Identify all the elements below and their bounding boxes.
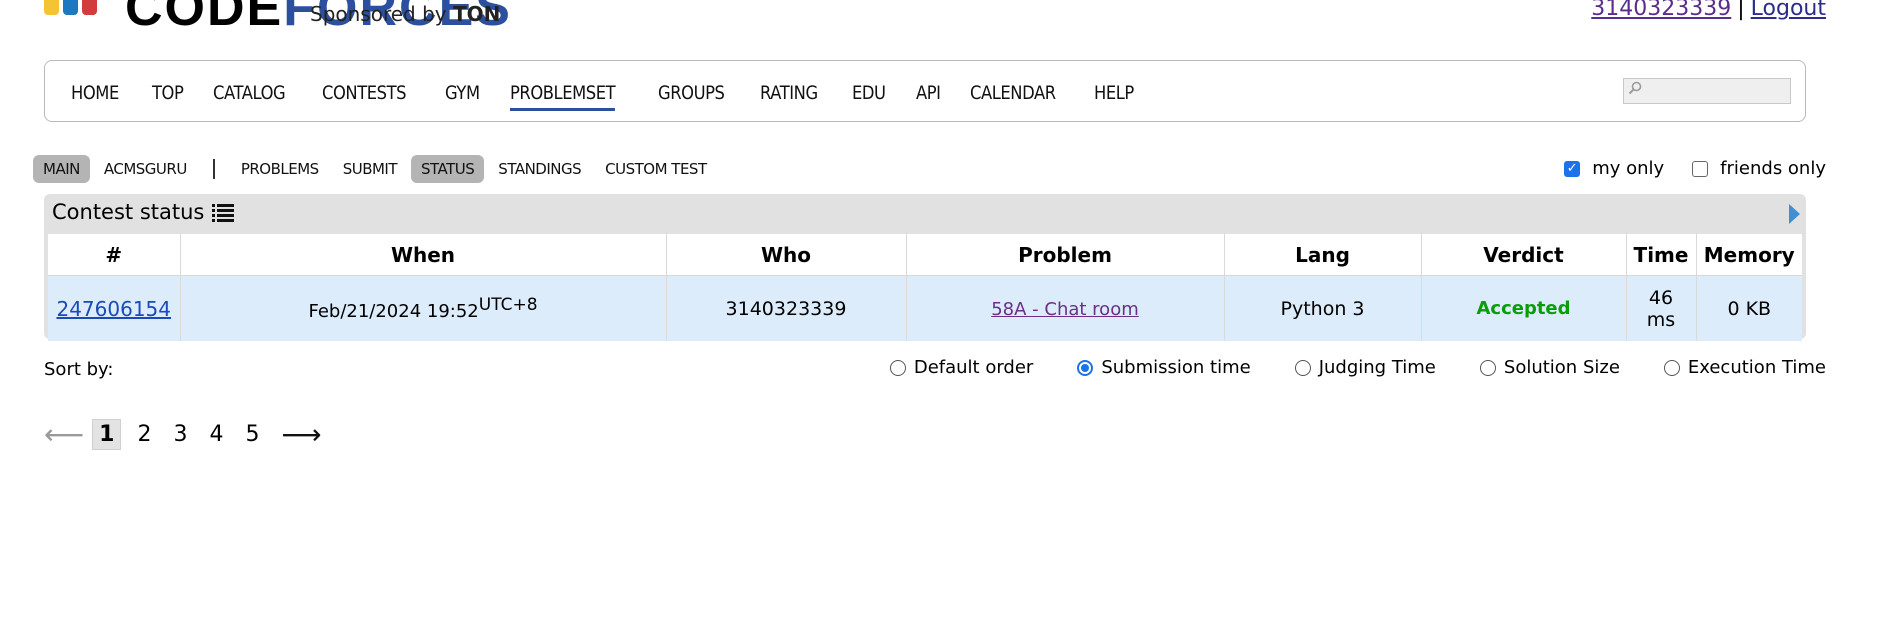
verdict-cell: Accepted: [1421, 275, 1627, 341]
submission-time: Feb/21/2024 19:52: [308, 301, 479, 322]
main-nav: HOME TOP CATALOG CONTESTS GYM PROBLEMSET GROUP…: [44, 60, 1806, 122]
column-header-when: When: [180, 234, 667, 276]
sort-option-label: Submission time: [1101, 357, 1251, 378]
my-only-checkbox[interactable]: my only: [1564, 158, 1664, 179]
list-icon[interactable]: [212, 203, 235, 222]
nav-item-gym[interactable]: GYM: [445, 81, 480, 105]
nav-item-groups[interactable]: GROUPS: [658, 81, 725, 105]
page-link-5[interactable]: 5: [239, 420, 265, 449]
user-links: 3140323339 | Logout: [1591, 0, 1826, 21]
status-table-header: # When Who Problem Lang Verdict Time Memory: [48, 234, 1802, 276]
when-cell: Feb/21/2024 19:52UTC+8: [180, 275, 667, 341]
sort-option-default-order[interactable]: Default order: [889, 357, 1034, 378]
sort-option-label: Execution Time: [1687, 357, 1826, 378]
sort-option-label: Solution Size: [1503, 357, 1620, 378]
friends-only-checkbox-box[interactable]: [1692, 160, 1709, 177]
time-cell: 46 ms: [1626, 275, 1697, 341]
panel-toggle-arrow-icon[interactable]: [1789, 204, 1800, 224]
sort-radio-solution-size[interactable]: [1479, 359, 1496, 376]
sponsor-name: TON: [453, 2, 501, 26]
sort-options: Default order Submission time Judging Time…: [846, 357, 1826, 378]
panel-title: Contest status: [52, 200, 235, 224]
column-header-lang: Lang: [1224, 234, 1422, 276]
user-links-separator: |: [1737, 0, 1745, 21]
nav-item-catalog[interactable]: CATALOG: [213, 81, 286, 105]
sort-radio-judging-time[interactable]: [1294, 359, 1311, 376]
lang-cell: Python 3: [1224, 275, 1422, 341]
column-header-verdict: Verdict: [1421, 234, 1627, 276]
username-link[interactable]: 3140323339: [1591, 0, 1731, 21]
logo-icon: [44, 0, 97, 15]
nav-item-rating[interactable]: RATING: [760, 81, 818, 105]
column-header-time: Time: [1626, 234, 1697, 276]
nav-item-help[interactable]: HELP: [1094, 81, 1134, 105]
nav-item-contests[interactable]: CONTESTS: [322, 81, 407, 105]
menu-item-standings[interactable]: STANDINGS: [488, 155, 591, 183]
column-header-id: #: [48, 234, 181, 276]
status-table: # When Who Problem Lang Verdict Time Memory 247…: [48, 234, 1802, 341]
timezone-label: UTC+8: [478, 295, 538, 315]
menu-item-acmsguru[interactable]: ACMSGURU: [94, 155, 197, 183]
nav-item-edu[interactable]: EDU: [852, 81, 886, 105]
submission-id-cell: 247606154: [48, 275, 181, 341]
sort-radio-execution-time[interactable]: [1663, 359, 1680, 376]
memory-cell: 0 KB: [1696, 275, 1802, 341]
sponsor-text: Sponsored by TON: [310, 2, 500, 26]
menu-item-status[interactable]: STATUS: [411, 155, 485, 183]
logout-link[interactable]: Logout: [1751, 0, 1826, 21]
column-header-memory: Memory: [1696, 234, 1802, 276]
table-row: 247606154 Feb/21/2024 19:52UTC+8 314032333…: [48, 275, 1802, 341]
sort-option-judging-time[interactable]: Judging Time: [1294, 357, 1436, 378]
friends-only-label: friends only: [1720, 158, 1826, 179]
sponsor-prefix: Sponsored by: [310, 2, 453, 26]
time-unit: ms: [1646, 308, 1676, 331]
problem-link[interactable]: 58A - Chat room: [991, 299, 1139, 320]
nav-item-top[interactable]: TOP: [152, 81, 184, 105]
nav-item-calendar[interactable]: CALENDAR: [970, 81, 1056, 105]
status-filters: my only friends only: [1536, 158, 1826, 179]
nav-item-home[interactable]: HOME: [71, 81, 119, 105]
problem-cell: 58A - Chat room: [906, 275, 1225, 341]
sort-radio-submission-time[interactable]: [1077, 359, 1094, 376]
menu-item-problems[interactable]: PROBLEMS: [231, 155, 329, 183]
logo-text-part1: CODE: [125, 0, 284, 37]
nav-item-problemset[interactable]: PROBLEMSET: [510, 81, 616, 111]
my-only-label: my only: [1592, 158, 1665, 179]
menu-item-custom-test[interactable]: CUSTOM TEST: [595, 155, 716, 183]
search-input[interactable]: [1623, 78, 1791, 104]
friends-only-checkbox[interactable]: friends only: [1692, 158, 1826, 179]
sort-option-label: Default order: [913, 357, 1034, 378]
sort-radio-default-order[interactable]: [889, 359, 906, 376]
column-header-who: Who: [666, 234, 907, 276]
submission-id-link[interactable]: 247606154: [56, 297, 171, 321]
column-header-problem: Problem: [906, 234, 1225, 276]
status-table-body: 247606154 Feb/21/2024 19:52UTC+8 314032333…: [48, 275, 1802, 341]
pagination: ⟵ 1 2 3 4 5 ⟶: [44, 418, 330, 451]
menu-item-main[interactable]: MAIN: [33, 155, 90, 183]
main-nav-list: HOME TOP CATALOG CONTESTS GYM PROBLEMSET GROUP…: [71, 81, 1166, 111]
nav-item-api[interactable]: API: [916, 81, 941, 105]
page-link-2[interactable]: 2: [131, 420, 157, 449]
page-link-4[interactable]: 4: [203, 420, 229, 449]
next-page-arrow-icon[interactable]: ⟶: [281, 418, 321, 451]
sort-by-label: Sort by:: [44, 359, 114, 380]
page-link-1[interactable]: 1: [92, 419, 122, 450]
menu-item-submit[interactable]: SUBMIT: [333, 155, 407, 183]
page-link-3[interactable]: 3: [167, 420, 193, 449]
search-icon: [1628, 81, 1642, 95]
who-cell: 3140323339: [666, 275, 907, 341]
sort-option-submission-time[interactable]: Submission time: [1077, 357, 1251, 378]
panel-title-text: Contest status: [52, 200, 205, 224]
time-value: 46: [1648, 286, 1674, 309]
my-only-checkbox-box[interactable]: [1564, 160, 1581, 177]
contest-status-panel: Contest status # When Who Problem Lang Verdic…: [44, 194, 1806, 341]
sort-option-solution-size[interactable]: Solution Size: [1479, 357, 1620, 378]
sort-option-execution-time[interactable]: Execution Time: [1663, 357, 1826, 378]
sort-option-label: Judging Time: [1318, 357, 1436, 378]
menu-divider: [212, 159, 215, 179]
second-menu: MAIN ACMSGURU PROBLEMS SUBMIT STATUS STANDING…: [33, 155, 721, 183]
prev-page-arrow-icon[interactable]: ⟵: [44, 418, 84, 451]
